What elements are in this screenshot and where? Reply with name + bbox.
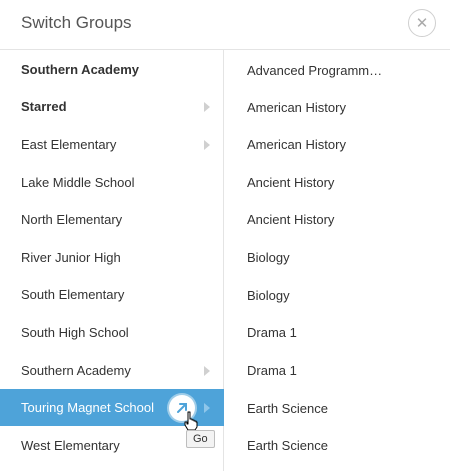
group-item-southern-academy[interactable]: Southern Academy — [0, 352, 224, 389]
chevron-right-icon — [204, 101, 210, 112]
close-icon: ✕ — [415, 14, 429, 32]
dialog-header: Switch Groups ✕ — [0, 0, 450, 50]
class-item[interactable]: Drama 1 — [225, 352, 450, 389]
class-item-label: Biology — [247, 250, 290, 265]
class-item-label: Earth Science — [247, 401, 328, 416]
chevron-right-icon — [204, 139, 210, 150]
class-item[interactable]: Biology — [225, 277, 450, 314]
group-item-label: North Elementary — [21, 212, 123, 227]
class-item-label: Earth Science — [247, 438, 328, 453]
group-item-label: South High School — [21, 325, 129, 340]
class-item-label: Ancient History — [247, 212, 335, 227]
class-item-label: Drama 1 — [247, 363, 297, 378]
chevron-right-icon — [204, 402, 210, 413]
close-button[interactable]: ✕ — [408, 9, 436, 37]
group-item-label: Southern Academy — [21, 363, 131, 378]
group-item-starred[interactable]: Starred — [0, 88, 224, 125]
class-item-label: American History — [247, 100, 346, 115]
class-item-label: American History — [247, 137, 346, 152]
class-item-label: Ancient History — [247, 175, 335, 190]
class-list: Advanced Programm… American History Amer… — [225, 50, 450, 471]
group-item-south-high-school[interactable]: South High School — [0, 314, 224, 351]
group-item-south-elementary[interactable]: South Elementary — [0, 276, 224, 313]
class-item[interactable]: Ancient History — [225, 164, 450, 201]
class-item[interactable]: Ancient History — [225, 201, 450, 238]
group-item-label: Touring Magnet School — [21, 400, 154, 415]
group-item-east-elementary[interactable]: East Elementary — [0, 126, 224, 163]
dialog-title: Switch Groups — [21, 13, 132, 32]
group-item-lake-middle-school[interactable]: Lake Middle School — [0, 164, 224, 201]
group-item-label: Southern Academy — [21, 62, 139, 77]
group-list: Southern Academy Starred East Elementary… — [0, 50, 224, 471]
class-item[interactable]: Drama 1 — [225, 314, 450, 351]
class-item[interactable]: American History — [225, 89, 450, 126]
class-item[interactable]: Biology — [225, 239, 450, 276]
class-item-label: Drama 1 — [247, 325, 297, 340]
group-item-label: West Elementary — [21, 438, 120, 453]
hand-cursor-icon — [184, 411, 198, 431]
group-item-river-junior-high[interactable]: River Junior High — [0, 239, 224, 276]
class-item[interactable]: Earth Science — [225, 427, 450, 464]
class-item[interactable]: Advanced Programm… — [225, 52, 450, 89]
group-item-label: East Elementary — [21, 137, 117, 152]
chevron-right-icon — [204, 365, 210, 376]
group-item-label: South Elementary — [21, 287, 125, 302]
class-item-label: Biology — [247, 288, 290, 303]
class-item[interactable]: Earth Science — [225, 390, 450, 427]
group-item-label: River Junior High — [21, 250, 121, 265]
group-item-north-elementary[interactable]: North Elementary — [0, 201, 224, 238]
go-tooltip: Go — [186, 430, 215, 448]
group-item-southern-academy-header[interactable]: Southern Academy — [0, 51, 224, 88]
group-item-label: Starred — [21, 99, 67, 114]
class-item-label: Advanced Programm… — [247, 63, 383, 78]
group-item-label: Lake Middle School — [21, 175, 135, 190]
class-item[interactable]: American History — [225, 126, 450, 163]
